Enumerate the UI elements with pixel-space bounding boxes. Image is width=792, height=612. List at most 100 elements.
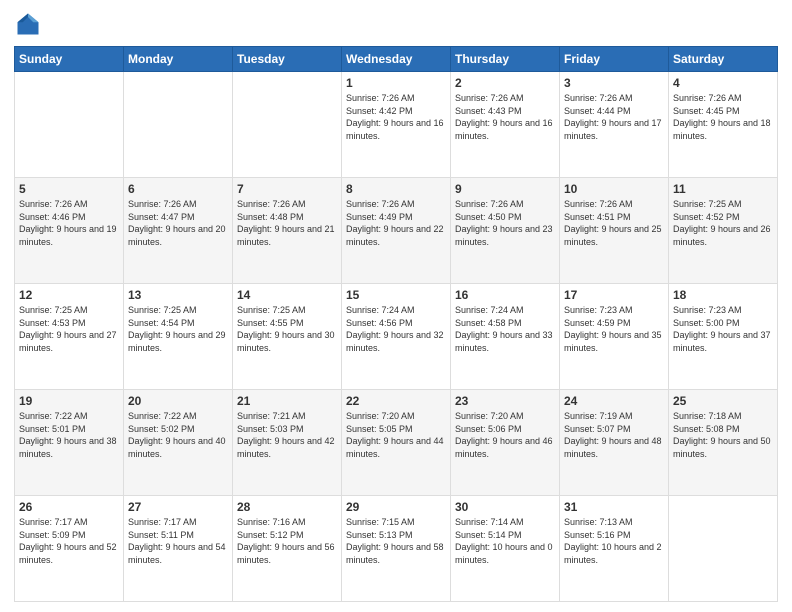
day-cell: 8 Sunrise: 7:26 AMSunset: 4:49 PMDaylight… — [342, 178, 451, 284]
page: SundayMondayTuesdayWednesdayThursdayFrid… — [0, 0, 792, 612]
day-info: Sunrise: 7:26 AMSunset: 4:51 PMDaylight:… — [564, 198, 664, 248]
weekday-header-tuesday: Tuesday — [233, 47, 342, 72]
day-cell: 9 Sunrise: 7:26 AMSunset: 4:50 PMDaylight… — [451, 178, 560, 284]
day-info: Sunrise: 7:26 AMSunset: 4:45 PMDaylight:… — [673, 92, 773, 142]
day-number: 21 — [237, 394, 337, 408]
day-cell: 10 Sunrise: 7:26 AMSunset: 4:51 PMDayligh… — [560, 178, 669, 284]
calendar-table: SundayMondayTuesdayWednesdayThursdayFrid… — [14, 46, 778, 602]
day-cell: 2Sunrise: 7:26 AMSunset: 4:43 PMDaylight… — [451, 72, 560, 178]
day-info: Sunrise: 7:26 AMSunset: 4:50 PMDaylight:… — [455, 198, 555, 248]
day-info: Sunrise: 7:20 AMSunset: 5:06 PMDaylight:… — [455, 410, 555, 460]
day-info: Sunrise: 7:23 AMSunset: 5:00 PMDaylight:… — [673, 304, 773, 354]
day-number: 31 — [564, 500, 664, 514]
day-info: Sunrise: 7:25 AMSunset: 4:55 PMDaylight:… — [237, 304, 337, 354]
weekday-header-monday: Monday — [124, 47, 233, 72]
day-number: 2 — [455, 76, 555, 90]
calendar-header: SundayMondayTuesdayWednesdayThursdayFrid… — [15, 47, 778, 72]
day-info: Sunrise: 7:24 AMSunset: 4:56 PMDaylight:… — [346, 304, 446, 354]
day-cell: 6Sunrise: 7:26 AMSunset: 4:47 PMDaylight… — [124, 178, 233, 284]
day-number: 18 — [673, 288, 773, 302]
day-info: Sunrise: 7:26 AMSunset: 4:46 PMDaylight:… — [19, 198, 119, 248]
day-cell: 3 Sunrise: 7:26 AMSunset: 4:44 PMDaylight… — [560, 72, 669, 178]
day-info: Sunrise: 7:26 AMSunset: 4:48 PMDaylight:… — [237, 198, 337, 248]
day-cell: 25Sunrise: 7:18 AMSunset: 5:08 PMDayligh… — [669, 390, 778, 496]
day-cell: 13 Sunrise: 7:25 AMSunset: 4:54 PMDayligh… — [124, 284, 233, 390]
calendar-body: 1 Sunrise: 7:26 AMSunset: 4:42 PMDaylight… — [15, 72, 778, 602]
logo-icon — [14, 10, 42, 38]
day-number: 15 — [346, 288, 446, 302]
logo — [14, 10, 46, 38]
day-number: 22 — [346, 394, 446, 408]
day-cell: 30 Sunrise: 7:14 AMSunset: 5:14 PMDayligh… — [451, 496, 560, 602]
header — [14, 10, 778, 38]
day-info: Sunrise: 7:22 AMSunset: 5:02 PMDaylight:… — [128, 410, 228, 460]
day-info: Sunrise: 7:24 AMSunset: 4:58 PMDaylight:… — [455, 304, 555, 354]
weekday-header-sunday: Sunday — [15, 47, 124, 72]
day-number: 19 — [19, 394, 119, 408]
day-info: Sunrise: 7:20 AMSunset: 5:05 PMDaylight:… — [346, 410, 446, 460]
day-info: Sunrise: 7:25 AMSunset: 4:53 PMDaylight:… — [19, 304, 119, 354]
day-info: Sunrise: 7:18 AMSunset: 5:08 PMDaylight:… — [673, 410, 773, 460]
week-row-1: 1 Sunrise: 7:26 AMSunset: 4:42 PMDaylight… — [15, 72, 778, 178]
day-cell — [669, 496, 778, 602]
day-cell: 16 Sunrise: 7:24 AMSunset: 4:58 PMDayligh… — [451, 284, 560, 390]
day-cell: 31 Sunrise: 7:13 AMSunset: 5:16 PMDayligh… — [560, 496, 669, 602]
day-info: Sunrise: 7:23 AMSunset: 4:59 PMDaylight:… — [564, 304, 664, 354]
day-number: 7 — [237, 182, 337, 196]
day-info: Sunrise: 7:21 AMSunset: 5:03 PMDaylight:… — [237, 410, 337, 460]
day-info: Sunrise: 7:17 AMSunset: 5:09 PMDaylight:… — [19, 516, 119, 566]
day-cell: 29 Sunrise: 7:15 AMSunset: 5:13 PMDayligh… — [342, 496, 451, 602]
day-number: 8 — [346, 182, 446, 196]
day-number: 29 — [346, 500, 446, 514]
day-info: Sunrise: 7:15 AMSunset: 5:13 PMDaylight:… — [346, 516, 446, 566]
week-row-3: 12 Sunrise: 7:25 AMSunset: 4:53 PMDayligh… — [15, 284, 778, 390]
day-number: 12 — [19, 288, 119, 302]
day-info: Sunrise: 7:13 AMSunset: 5:16 PMDaylight:… — [564, 516, 664, 566]
day-cell: 23Sunrise: 7:20 AMSunset: 5:06 PMDayligh… — [451, 390, 560, 496]
day-number: 17 — [564, 288, 664, 302]
day-cell: 11Sunrise: 7:25 AMSunset: 4:52 PMDayligh… — [669, 178, 778, 284]
day-cell: 24Sunrise: 7:19 AMSunset: 5:07 PMDayligh… — [560, 390, 669, 496]
day-info: Sunrise: 7:14 AMSunset: 5:14 PMDaylight:… — [455, 516, 555, 566]
day-cell: 19 Sunrise: 7:22 AMSunset: 5:01 PMDayligh… — [15, 390, 124, 496]
day-number: 3 — [564, 76, 664, 90]
day-cell — [233, 72, 342, 178]
day-number: 27 — [128, 500, 228, 514]
day-cell: 20 Sunrise: 7:22 AMSunset: 5:02 PMDayligh… — [124, 390, 233, 496]
day-cell: 15 Sunrise: 7:24 AMSunset: 4:56 PMDayligh… — [342, 284, 451, 390]
week-row-4: 19 Sunrise: 7:22 AMSunset: 5:01 PMDayligh… — [15, 390, 778, 496]
day-cell: 1 Sunrise: 7:26 AMSunset: 4:42 PMDaylight… — [342, 72, 451, 178]
day-number: 14 — [237, 288, 337, 302]
day-cell: 18 Sunrise: 7:23 AMSunset: 5:00 PMDayligh… — [669, 284, 778, 390]
day-cell: 12 Sunrise: 7:25 AMSunset: 4:53 PMDayligh… — [15, 284, 124, 390]
day-number: 13 — [128, 288, 228, 302]
day-info: Sunrise: 7:25 AMSunset: 4:54 PMDaylight:… — [128, 304, 228, 354]
day-number: 1 — [346, 76, 446, 90]
day-info: Sunrise: 7:26 AMSunset: 4:44 PMDaylight:… — [564, 92, 664, 142]
day-cell: 7 Sunrise: 7:26 AMSunset: 4:48 PMDaylight… — [233, 178, 342, 284]
day-number: 10 — [564, 182, 664, 196]
day-info: Sunrise: 7:26 AMSunset: 4:42 PMDaylight:… — [346, 92, 446, 142]
day-number: 20 — [128, 394, 228, 408]
weekday-row: SundayMondayTuesdayWednesdayThursdayFrid… — [15, 47, 778, 72]
day-number: 26 — [19, 500, 119, 514]
day-number: 9 — [455, 182, 555, 196]
day-info: Sunrise: 7:16 AMSunset: 5:12 PMDaylight:… — [237, 516, 337, 566]
day-cell: 17 Sunrise: 7:23 AMSunset: 4:59 PMDayligh… — [560, 284, 669, 390]
day-info: Sunrise: 7:25 AMSunset: 4:52 PMDaylight:… — [673, 198, 773, 248]
day-info: Sunrise: 7:22 AMSunset: 5:01 PMDaylight:… — [19, 410, 119, 460]
day-cell: 27 Sunrise: 7:17 AMSunset: 5:11 PMDayligh… — [124, 496, 233, 602]
weekday-header-wednesday: Wednesday — [342, 47, 451, 72]
day-number: 30 — [455, 500, 555, 514]
day-number: 5 — [19, 182, 119, 196]
day-number: 16 — [455, 288, 555, 302]
weekday-header-saturday: Saturday — [669, 47, 778, 72]
day-info: Sunrise: 7:26 AMSunset: 4:49 PMDaylight:… — [346, 198, 446, 248]
day-info: Sunrise: 7:17 AMSunset: 5:11 PMDaylight:… — [128, 516, 228, 566]
weekday-header-friday: Friday — [560, 47, 669, 72]
weekday-header-thursday: Thursday — [451, 47, 560, 72]
day-cell: 4 Sunrise: 7:26 AMSunset: 4:45 PMDaylight… — [669, 72, 778, 178]
day-number: 28 — [237, 500, 337, 514]
day-cell: 22 Sunrise: 7:20 AMSunset: 5:05 PMDayligh… — [342, 390, 451, 496]
day-number: 4 — [673, 76, 773, 90]
